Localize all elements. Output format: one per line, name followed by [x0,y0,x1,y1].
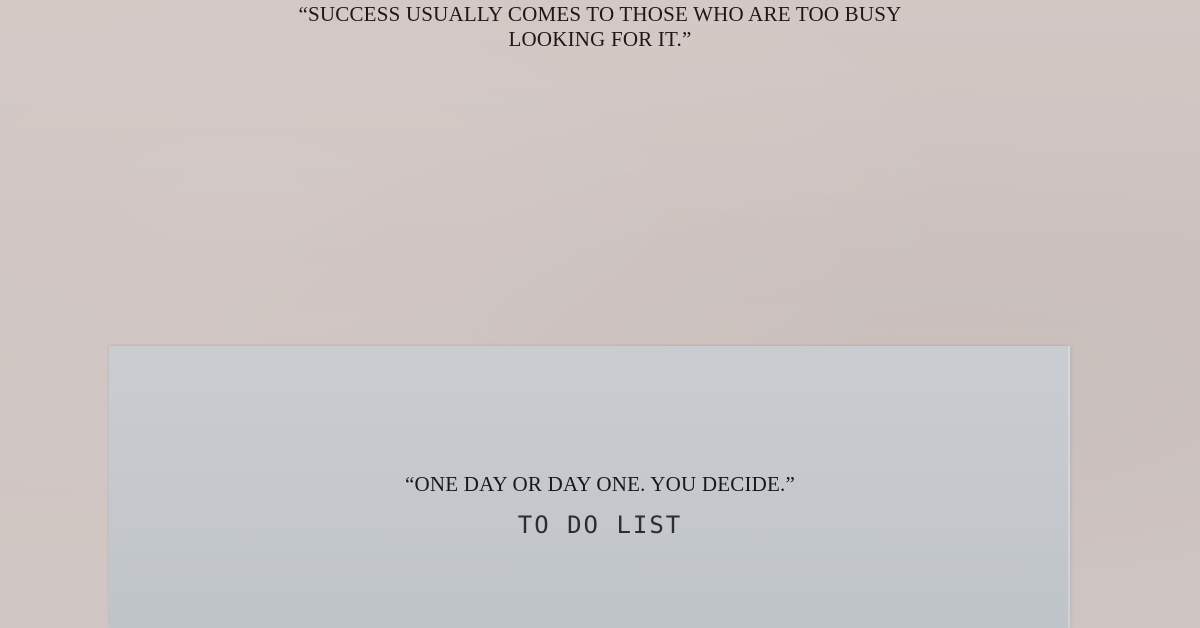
top-quote-line-2: LOOKING FOR IT.” [508,27,692,51]
top-quote-line-1: “SUCCESS USUALLY COMES TO THOSE WHO ARE … [298,2,902,26]
todo-list-stamp: TO DO LIST [517,511,683,539]
top-quote: “SUCCESS USUALLY COMES TO THOSE WHO ARE … [0,2,1200,52]
paper-quote: “ONE DAY OR DAY ONE. YOU DECIDE.” [404,472,795,496]
